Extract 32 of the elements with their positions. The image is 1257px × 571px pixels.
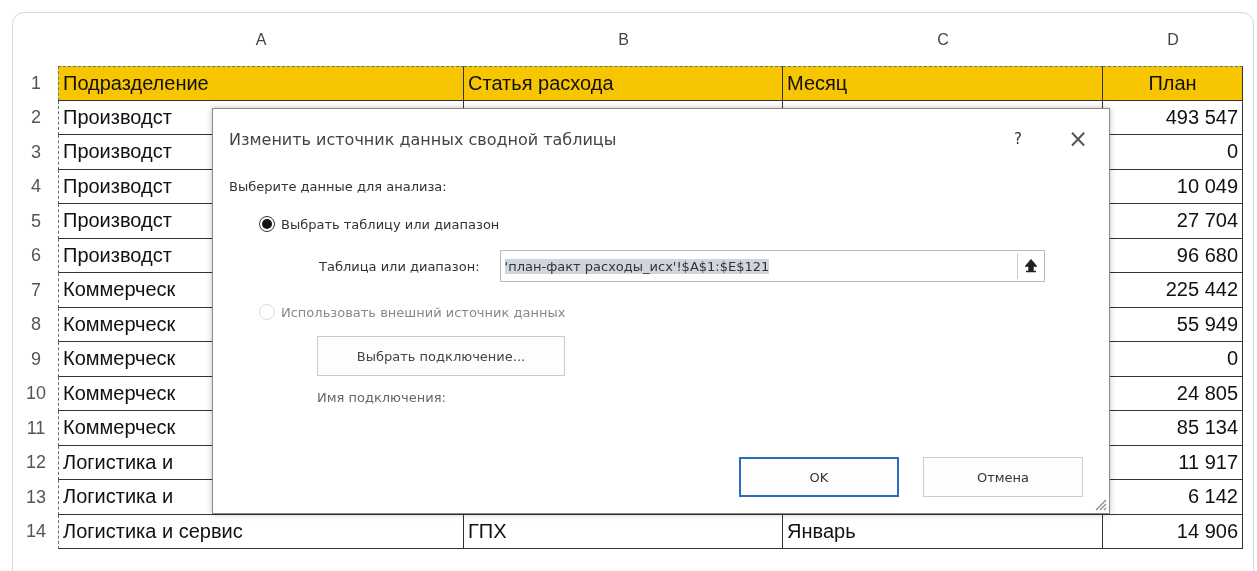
choose-connection-button[interactable]: Выбрать подключение... [317,336,565,376]
row-number[interactable]: 9 [14,342,58,377]
column-header[interactable]: B [464,14,783,66]
row-number[interactable]: 4 [14,169,58,204]
help-button[interactable]: ? [993,130,1043,148]
table-cell: План [1103,66,1243,101]
table-cell: 14 906 [1103,514,1243,549]
row-number[interactable]: 5 [14,204,58,239]
row-number[interactable]: 13 [14,480,58,515]
row-number[interactable]: 6 [14,238,58,273]
table-cell: Подразделение [58,66,464,101]
row-number[interactable]: 1 [14,66,58,101]
column-header[interactable]: D [1103,14,1243,66]
range-field[interactable]: 'план-факт расходы_исх'!$A$1:$E$121 [499,250,1045,282]
table-cell: Месяц [783,66,1103,101]
row-number[interactable]: 2 [14,100,58,135]
column-header[interactable]: A [58,14,464,66]
row-number[interactable]: 8 [14,307,58,342]
row-number[interactable]: 12 [14,445,58,480]
dialog-button[interactable]: OK [739,457,899,497]
column-header[interactable]: C [783,14,1103,66]
row-number[interactable]: 3 [14,135,58,170]
row-number[interactable]: 7 [14,273,58,308]
row-number[interactable]: 14 [14,514,58,549]
dialog-button[interactable]: Отмена [923,457,1083,497]
close-button[interactable]: × [1053,125,1103,153]
connection-name-label: Имя подключения: [317,390,447,405]
row-number[interactable]: 11 [14,411,58,446]
table-cell: Статья расхода [464,66,783,101]
resize-grip-icon[interactable] [1093,497,1107,511]
row-number[interactable]: 10 [14,376,58,411]
prompt-label: Выберите данные для анализа: [229,179,448,194]
